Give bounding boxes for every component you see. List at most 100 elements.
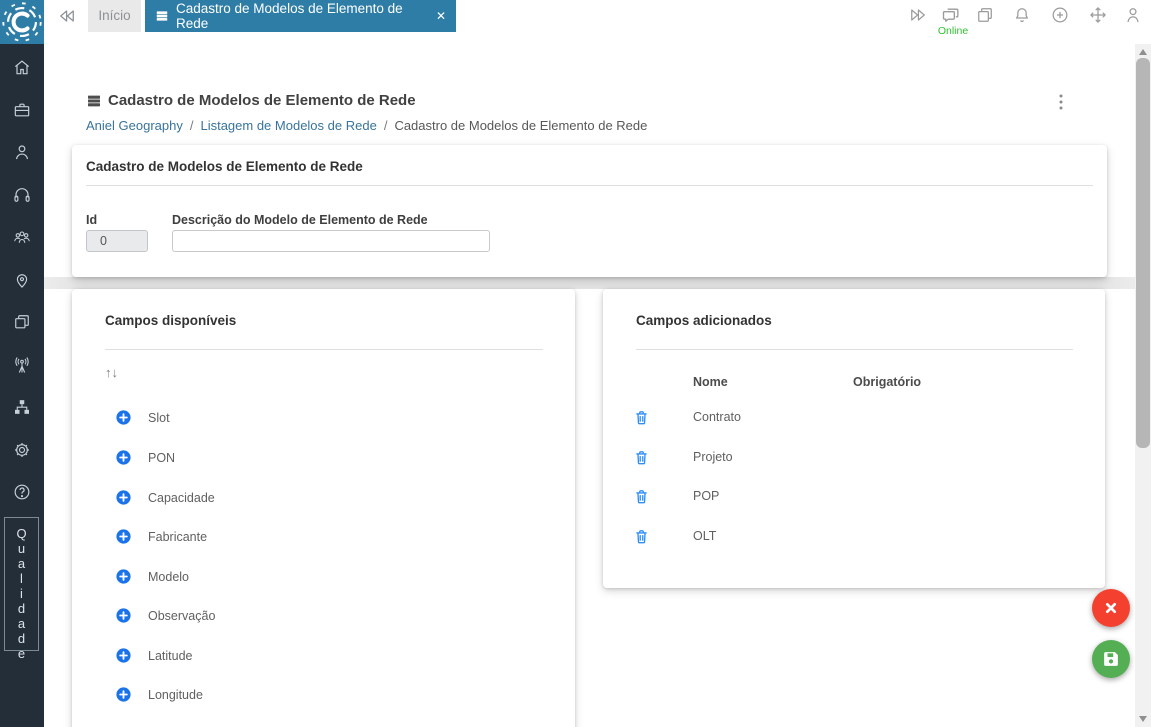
sidebar-item-users[interactable] xyxy=(12,142,32,162)
rewind-icon xyxy=(57,6,77,26)
divider xyxy=(105,349,543,350)
page-options-button[interactable] xyxy=(1052,92,1070,112)
sidebar-item-groups[interactable] xyxy=(12,227,32,247)
user-icon xyxy=(12,142,32,162)
added-fields-card: Campos adicionados Nome Obrigatório Cont… xyxy=(603,289,1105,588)
available-fields-card: Campos disponíveis ↑↓ Slot PON Capacidad… xyxy=(72,289,575,727)
plus-circle-icon xyxy=(1050,5,1070,25)
added-field-name: POP xyxy=(693,489,719,503)
sidebar-item-home[interactable] xyxy=(12,57,32,77)
app-logo[interactable] xyxy=(0,0,44,44)
cancel-button[interactable] xyxy=(1092,589,1130,627)
qualidade-label: Qualidade xyxy=(15,526,28,661)
tab-inicio[interactable]: Início xyxy=(88,0,141,32)
scrollbar-thumb[interactable] xyxy=(1136,58,1150,448)
remove-field-button[interactable] xyxy=(633,409,650,426)
bell-icon xyxy=(1012,5,1032,25)
tab-cadastro-modelos[interactable]: Cadastro de Modelos de Elemento de Rede … xyxy=(145,0,456,32)
plus-filled-icon xyxy=(115,686,132,703)
form-card: Cadastro de Modelos de Elemento de Rede … xyxy=(72,145,1107,277)
remove-field-button[interactable] xyxy=(633,528,650,545)
available-field-label: Latitude xyxy=(148,649,192,663)
available-field-label: Modelo xyxy=(148,570,189,584)
move-button[interactable] xyxy=(1088,5,1108,25)
profile-button[interactable] xyxy=(1123,5,1143,25)
notifications-button[interactable] xyxy=(1012,5,1032,25)
add-field-button[interactable] xyxy=(115,489,132,506)
close-x-icon xyxy=(1100,597,1122,619)
user-profile-icon xyxy=(1123,5,1143,25)
save-floppy-icon xyxy=(1100,648,1122,670)
tab-label: Cadastro de Modelos de Elemento de Rede xyxy=(176,1,429,31)
id-label: Id xyxy=(86,213,97,227)
fast-forward-button[interactable] xyxy=(908,5,928,25)
page-title: Cadastro de Modelos de Elemento de Rede xyxy=(108,92,416,109)
location-pin-icon xyxy=(12,270,32,290)
close-tab-icon[interactable]: ✕ xyxy=(436,9,446,23)
network-sitemap-icon xyxy=(12,397,32,417)
added-fields-title: Campos adicionados xyxy=(636,313,772,328)
vertical-scrollbar[interactable] xyxy=(1135,44,1151,727)
sidebar-item-antennas[interactable] xyxy=(12,355,32,375)
plus-filled-icon xyxy=(115,449,132,466)
trash-icon xyxy=(633,488,650,505)
user-group-icon xyxy=(12,227,32,247)
kebab-menu-icon xyxy=(1052,92,1070,112)
server-icon xyxy=(155,9,169,23)
add-new-button[interactable] xyxy=(1050,5,1070,25)
remove-field-button[interactable] xyxy=(633,449,650,466)
available-field-label: Slot xyxy=(148,411,170,425)
scroll-up-icon[interactable] xyxy=(1139,49,1147,55)
sidebar-module-qualidade[interactable]: Qualidade xyxy=(4,517,39,651)
column-header-obrigatorio: Obrigatório xyxy=(853,375,921,389)
add-field-button[interactable] xyxy=(115,449,132,466)
breadcrumb-separator: / xyxy=(384,118,388,133)
sidebar-item-help[interactable] xyxy=(12,482,32,502)
header: Início Cadastro de Modelos de Elemento d… xyxy=(44,0,1151,44)
copy-windows-button[interactable] xyxy=(975,5,995,25)
antenna-icon xyxy=(12,355,32,375)
add-field-button[interactable] xyxy=(115,607,132,624)
briefcase-icon xyxy=(12,100,32,120)
sidebar: Qualidade xyxy=(0,44,44,727)
add-field-button[interactable] xyxy=(115,528,132,545)
plus-filled-icon xyxy=(115,647,132,664)
chat-online-button[interactable] xyxy=(941,5,961,25)
save-button[interactable] xyxy=(1092,640,1130,678)
sidebar-item-support[interactable] xyxy=(12,185,32,205)
breadcrumb-link-listagem[interactable]: Listagem de Modelos de Rede xyxy=(200,118,376,133)
server-icon xyxy=(86,93,102,109)
scroll-down-icon[interactable] xyxy=(1139,716,1147,722)
plus-filled-icon xyxy=(115,607,132,624)
sort-icon[interactable]: ↑↓ xyxy=(105,365,118,380)
plus-filled-icon xyxy=(115,409,132,426)
add-field-button[interactable] xyxy=(115,647,132,664)
trash-icon xyxy=(633,449,650,466)
form-card-title: Cadastro de Modelos de Elemento de Rede xyxy=(86,159,363,174)
add-field-button[interactable] xyxy=(115,568,132,585)
move-arrows-icon xyxy=(1088,5,1108,25)
remove-field-button[interactable] xyxy=(633,488,650,505)
add-field-button[interactable] xyxy=(115,686,132,703)
add-field-button[interactable] xyxy=(115,409,132,426)
id-field[interactable] xyxy=(86,230,148,252)
collapse-tabs-button[interactable] xyxy=(57,6,77,26)
sidebar-item-pages[interactable] xyxy=(12,312,32,332)
online-status-label: Online xyxy=(931,25,975,37)
added-field-name: Projeto xyxy=(693,450,733,464)
sidebar-item-settings[interactable] xyxy=(12,440,32,460)
fast-forward-icon xyxy=(908,5,928,25)
sidebar-item-network[interactable] xyxy=(12,397,32,417)
sidebar-item-locations[interactable] xyxy=(12,270,32,290)
available-field-label: Capacidade xyxy=(148,491,215,505)
breadcrumb-link-aniel-geography[interactable]: Aniel Geography xyxy=(86,118,183,133)
breadcrumb: Aniel Geography / Listagem de Modelos de R… xyxy=(86,118,647,133)
added-field-name: OLT xyxy=(693,529,716,543)
available-field-label: Fabricante xyxy=(148,530,207,544)
pages-icon xyxy=(12,312,32,332)
descricao-field[interactable] xyxy=(172,230,490,252)
sidebar-item-work[interactable] xyxy=(12,100,32,120)
added-field-name: Contrato xyxy=(693,410,741,424)
settings-gear-icon xyxy=(12,440,32,460)
divider xyxy=(636,349,1073,350)
